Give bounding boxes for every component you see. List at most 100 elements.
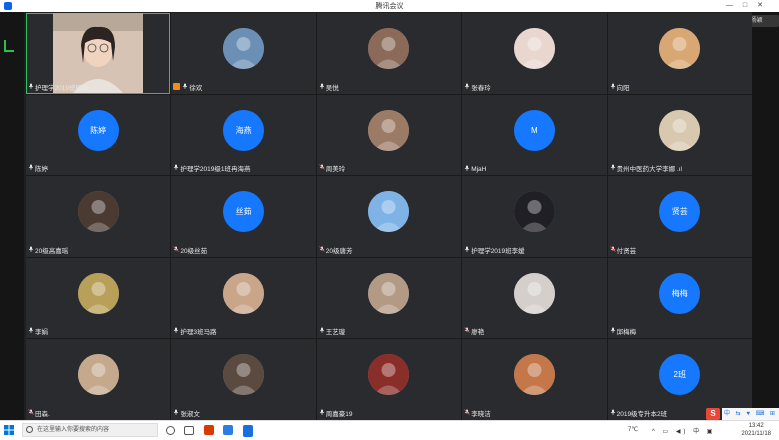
- weather-temperature[interactable]: 7℃: [628, 426, 638, 433]
- tencent-meeting-taskbar-icon[interactable]: [243, 425, 253, 437]
- participant-tile[interactable]: 海燕护理学2019级1班冉海燕: [171, 94, 316, 176]
- participant-name: 周美玲: [319, 163, 345, 173]
- avatar: [223, 27, 265, 69]
- avatar: [659, 109, 701, 151]
- participant-tile[interactable]: 贤芸付贤芸: [607, 176, 752, 257]
- participant-tile[interactable]: 护理3班马路: [171, 257, 316, 339]
- microphone-muted-icon: [173, 246, 180, 254]
- minimize-button[interactable]: —: [726, 2, 743, 9]
- participant-name-text: 吴悦: [325, 84, 339, 92]
- wps-icon[interactable]: [204, 425, 214, 435]
- participant-name: 付贤芸: [609, 245, 637, 255]
- participant-name-text: 贵州中医药大学李娜 .ıl: [616, 166, 682, 174]
- avatar: [368, 191, 410, 233]
- participant-tile[interactable]: 梅梅邱梅梅: [607, 257, 752, 339]
- participant-tile[interactable]: 贵州中医药大学李娜 .ıl: [607, 94, 752, 176]
- participant-tile[interactable]: 丝茹 20级丝茹: [171, 176, 316, 257]
- participant-name: 王艺璇: [319, 326, 345, 336]
- participant-tile[interactable]: 向阳: [607, 13, 752, 94]
- microphone-icon: [464, 165, 470, 173]
- avatar: 贤芸: [659, 191, 701, 233]
- participant-tile[interactable]: 李娟: [26, 257, 171, 339]
- avatar: [223, 272, 265, 314]
- participant-grid: 护理学2019班杨颖 徐欢 吴悦 张春玲 向阳 陈婷 陈婷 海燕 护理学2019级1班冉海燕 周美…: [26, 13, 752, 420]
- participant-tile[interactable]: 张春玲: [462, 13, 607, 94]
- participant-name: 廖艳: [464, 326, 484, 336]
- participant-tile[interactable]: 护理学2019班李媛: [462, 176, 607, 257]
- avatar: [368, 354, 410, 396]
- microphone-muted-icon: [464, 327, 470, 335]
- participant-name: 2019级专升本2班: [610, 408, 667, 418]
- avatar: 丝茹: [223, 191, 265, 233]
- participant-name: 20级唐芳: [319, 245, 353, 255]
- participant-tile[interactable]: M MjaH: [462, 94, 607, 176]
- participant-tile[interactable]: 20级高嘉瑶: [26, 176, 171, 257]
- cortana-icon[interactable]: [166, 426, 175, 435]
- left-side-panel: [0, 12, 24, 420]
- network-signal-icon: [4, 40, 14, 52]
- participant-tile[interactable]: 吴悦: [316, 13, 462, 94]
- participant-name-text: 陈婷: [35, 166, 48, 174]
- right-side-panel: [752, 12, 779, 420]
- avatar: [659, 27, 701, 69]
- microphone-icon: [173, 164, 179, 172]
- windows-taskbar: 在这里输入你要搜索的内容 7℃ ^ ▭ ◀) 中 ▣ 13:42 2021/11…: [0, 420, 779, 440]
- participant-name: 护理学2019班杨颖: [28, 82, 88, 92]
- participant-name: 徐欢: [173, 82, 202, 92]
- system-tray-icons[interactable]: ^ ▭ ◀) 中 ▣: [652, 426, 715, 435]
- participant-tile[interactable]: 徐欢: [171, 13, 316, 94]
- taskbar-clock[interactable]: 13:42 2021/11/18: [741, 422, 771, 438]
- windows-start-icon[interactable]: [4, 425, 14, 435]
- participant-name: 李娟: [28, 326, 48, 336]
- participant-tile[interactable]: 田森.: [26, 339, 171, 420]
- avatar: [77, 191, 119, 233]
- microphone-icon: [610, 164, 616, 172]
- participant-tile[interactable]: 陈婷 陈婷: [26, 94, 171, 176]
- taskbar-search-box[interactable]: 在这里输入你要搜索的内容: [22, 423, 158, 437]
- avatar: [368, 27, 410, 69]
- window-controls[interactable]: —□✕: [726, 1, 773, 9]
- participant-tile[interactable]: 王艺璇: [316, 257, 462, 339]
- participant-tile[interactable]: 廖艳: [462, 257, 607, 339]
- participant-name: 贵州中医药大学李娜 .ıl: [610, 163, 682, 173]
- avatar: [513, 354, 555, 396]
- participant-tile[interactable]: 周美玲: [316, 94, 462, 176]
- participant-tile[interactable]: 20级唐芳: [316, 176, 462, 257]
- microphone-icon: [28, 327, 34, 335]
- participant-name-text: 李娟: [35, 329, 48, 337]
- clock-date: 2021/11/18: [741, 431, 771, 437]
- participant-tile[interactable]: 周嘉豪19: [316, 339, 462, 420]
- avatar: [513, 272, 555, 314]
- participant-name-text: 徐欢: [189, 84, 203, 92]
- participant-name: 护理学2019班李媛: [464, 245, 525, 255]
- participant-tile[interactable]: 李晓洁: [462, 339, 607, 420]
- avatar: [513, 191, 555, 233]
- microphone-icon: [182, 83, 188, 91]
- search-placeholder: 在这里输入你要搜索的内容: [37, 427, 110, 433]
- participant-name-text: 付贤芸: [616, 247, 637, 255]
- file-explorer-icon[interactable]: [223, 425, 233, 435]
- microphone-icon: [319, 327, 325, 335]
- maximize-button[interactable]: □: [743, 2, 757, 9]
- participant-tile[interactable]: 张淑文: [171, 339, 316, 420]
- participant-tile[interactable]: 护理学2019班杨颖: [26, 13, 171, 94]
- task-view-icon[interactable]: [184, 426, 194, 435]
- ime-toolbar[interactable]: 中 ⇆ ♥ ⌨ ⊞: [722, 408, 779, 420]
- participant-name: 周嘉豪19: [319, 408, 353, 418]
- participant-name-text: 田森.: [35, 410, 50, 418]
- participant-name: 吴悦: [319, 82, 339, 92]
- participant-name-text: 20级唐芳: [325, 247, 353, 255]
- participant-name-text: 邱梅梅: [616, 329, 637, 337]
- avatar: M: [513, 109, 555, 151]
- participant-name-text: 张春玲: [471, 84, 491, 92]
- avatar: 梅梅: [659, 272, 701, 314]
- close-button[interactable]: ✕: [757, 2, 773, 9]
- participant-name-text: 护理学2019班李媛: [471, 247, 525, 255]
- participant-name-text: 廖艳: [471, 329, 485, 337]
- sogou-ime-icon[interactable]: S: [706, 408, 720, 420]
- microphone-muted-icon: [28, 409, 34, 417]
- microphone-icon: [28, 164, 34, 172]
- avatar: 海燕: [223, 109, 265, 151]
- avatar: 陈婷: [77, 109, 119, 151]
- participant-name: 护理学2019级1班冉海燕: [173, 163, 250, 173]
